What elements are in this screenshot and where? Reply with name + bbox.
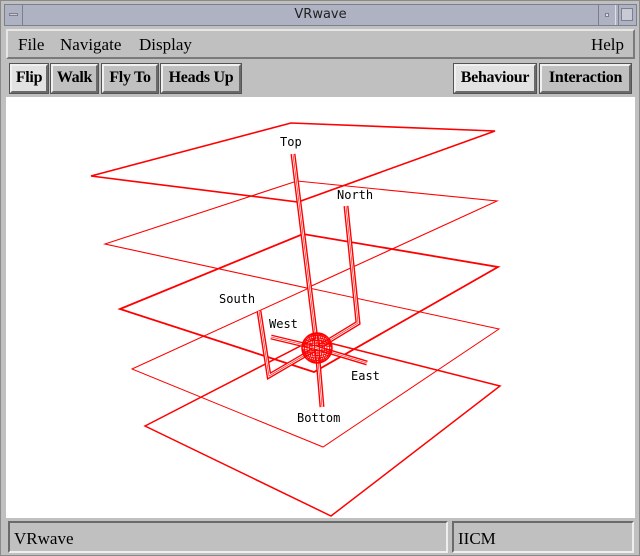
- rod-north: [315, 205, 361, 351]
- vrwave-window: VRwave File Navigate Display Help Flip W…: [0, 0, 640, 556]
- scene-canvas[interactable]: Top North South West East Bottom: [6, 97, 635, 518]
- title-bar[interactable]: VRwave: [4, 4, 637, 26]
- label-bottom: Bottom: [297, 411, 340, 425]
- minimize-icon: [605, 13, 609, 17]
- label-south: South: [219, 292, 255, 306]
- status-institution: IICM: [452, 521, 634, 553]
- minimize-button[interactable]: [598, 5, 616, 25]
- menu-bar: File Navigate Display Help: [6, 29, 635, 59]
- menu-navigate[interactable]: Navigate: [60, 35, 121, 55]
- maximize-icon: [621, 8, 633, 21]
- interaction-button[interactable]: Interaction: [539, 63, 632, 94]
- window-title: VRwave: [294, 7, 347, 22]
- plane-5: [143, 338, 502, 517]
- menu-help[interactable]: Help: [591, 35, 624, 55]
- behaviour-button[interactable]: Behaviour: [453, 63, 537, 94]
- walk-button[interactable]: Walk: [50, 63, 99, 94]
- label-east: East: [351, 369, 380, 383]
- label-north: North: [337, 188, 373, 202]
- heads-up-button[interactable]: Heads Up: [160, 63, 242, 94]
- menu-display[interactable]: Display: [139, 35, 192, 55]
- status-bar: VRwave IICM: [6, 518, 635, 554]
- label-top: Top: [280, 135, 302, 149]
- menu-file[interactable]: File: [18, 35, 44, 55]
- toolbar: Flip Walk Fly To Heads Up Behaviour Inte…: [6, 61, 635, 97]
- 3d-viewport[interactable]: Top North South West East Bottom: [6, 97, 635, 518]
- flip-button[interactable]: Flip: [9, 63, 49, 94]
- status-message: VRwave: [8, 521, 448, 553]
- maximize-button[interactable]: [618, 5, 636, 25]
- fly-to-button[interactable]: Fly To: [101, 63, 159, 94]
- label-west: West: [269, 317, 298, 331]
